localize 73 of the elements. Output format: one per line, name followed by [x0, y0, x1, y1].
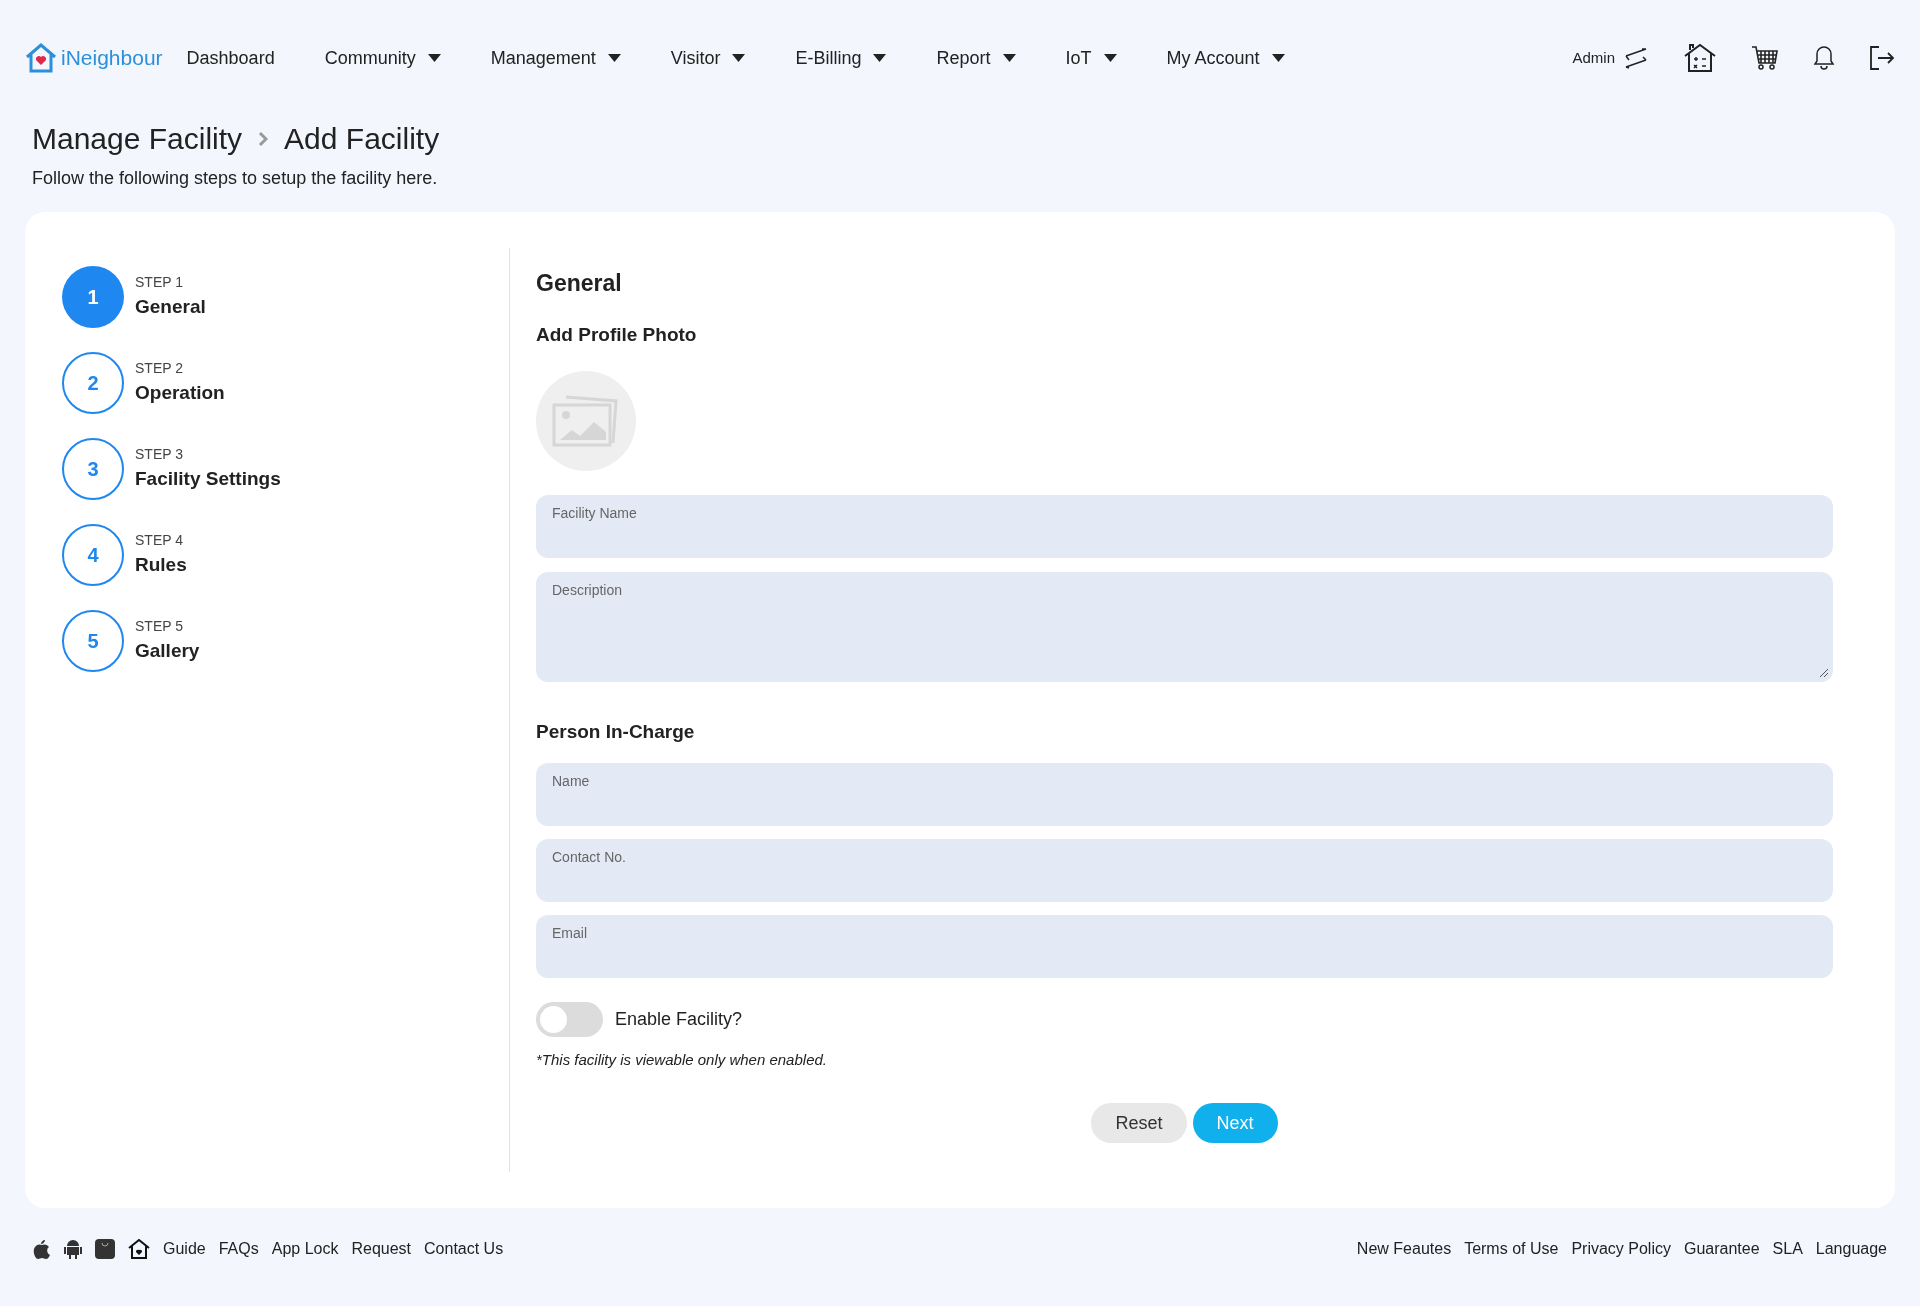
input-field[interactable]: Facility Name	[536, 495, 1833, 558]
breadcrumb-link[interactable]: Manage Facility	[32, 116, 243, 161]
input-field[interactable]: Name	[536, 762, 1833, 826]
step-number: 5	[62, 610, 124, 672]
cart-icon[interactable]	[1751, 45, 1779, 71]
step-caption: STEP 2	[135, 359, 184, 379]
step-caption: STEP 3	[135, 445, 184, 465]
nav-item[interactable]: Report	[936, 44, 1016, 72]
footer-link[interactable]: Terms of Use	[1464, 1237, 1559, 1261]
footer-link[interactable]: Contact Us	[424, 1237, 504, 1261]
footer-link[interactable]: New Feautes	[1356, 1237, 1452, 1261]
android-icon[interactable]	[64, 1238, 82, 1260]
step-number: 1	[62, 266, 124, 328]
footer-link[interactable]: Language	[1815, 1237, 1887, 1261]
toggle-label: Enable Facility?	[615, 1007, 743, 1031]
page-subtitle: Follow the following steps to setup the facility here.	[32, 167, 439, 190]
step-number: 2	[62, 352, 124, 414]
step-number: 4	[62, 524, 124, 586]
step-label: Operation	[135, 381, 225, 406]
logout-icon[interactable]	[1869, 45, 1895, 71]
field-label: Contact No.	[552, 847, 627, 867]
nav-item[interactable]: Dashboard	[186, 44, 275, 72]
page-title: Add Facility	[284, 121, 440, 157]
bell-icon[interactable]	[1813, 45, 1835, 71]
step-item[interactable]: 1 STEP 1 General	[62, 266, 509, 328]
house-calculator-icon[interactable]	[1683, 43, 1717, 73]
footer-link[interactable]: Guarantee	[1683, 1237, 1760, 1261]
step-label: Facility Settings	[135, 467, 281, 492]
step-item[interactable]: 2 STEP 2 Operation	[62, 352, 509, 414]
textarea-field[interactable]: Description	[536, 572, 1833, 682]
step-caption: STEP 4	[135, 531, 184, 551]
nav-item[interactable]: IoT	[1065, 44, 1117, 72]
nav-item[interactable]: Community	[324, 44, 441, 72]
apple-icon[interactable]	[33, 1238, 51, 1260]
section-title: General	[536, 269, 623, 298]
house-heart-icon[interactable]	[128, 1239, 150, 1259]
field-label: Name	[552, 771, 591, 791]
resize-handle-icon	[1819, 668, 1829, 678]
house-heart-icon	[25, 43, 57, 73]
nav-item[interactable]: E-Billing	[795, 44, 887, 72]
step-label: Gallery	[135, 639, 200, 664]
toggle-switch[interactable]	[536, 1001, 603, 1037]
chevron-right-icon	[258, 130, 269, 147]
footer-link[interactable]: Guide	[163, 1237, 206, 1261]
app-store-icon[interactable]	[95, 1239, 115, 1259]
footer-link[interactable]: Request	[351, 1237, 412, 1261]
field-label: Facility Name	[552, 504, 638, 523]
field-label: Email	[552, 923, 588, 943]
step-label: General	[135, 295, 206, 320]
field-label: Description	[552, 581, 624, 600]
step-item[interactable]: 4 STEP 4 Rules	[62, 524, 509, 586]
toggle-note: *This facility is viewable only when enabled.	[536, 1049, 828, 1070]
user-name[interactable]: Admin	[1572, 46, 1615, 70]
image-icon	[552, 393, 620, 449]
step-caption: STEP 1	[135, 273, 184, 293]
step-caption: STEP 5	[135, 617, 184, 637]
footer-link[interactable]: App Lock	[271, 1237, 339, 1261]
step-item[interactable]: 3 STEP 3 Facility Settings	[62, 438, 509, 500]
input-field[interactable]: Email	[536, 914, 1833, 978]
reset-button[interactable]: Reset	[1091, 1103, 1187, 1143]
nav-item[interactable]: Visitor	[670, 44, 746, 72]
nav-item[interactable]: My Account	[1166, 44, 1285, 72]
step-label: Rules	[135, 553, 187, 578]
footer-link[interactable]: FAQs	[218, 1237, 259, 1261]
input-field[interactable]: Contact No.	[536, 838, 1833, 902]
switch-icon[interactable]	[1623, 47, 1649, 69]
person-heading: Person In-Charge	[536, 720, 696, 744]
footer-link[interactable]: Privacy Policy	[1571, 1237, 1671, 1261]
footer-link[interactable]: SLA	[1772, 1237, 1803, 1261]
step-number: 3	[62, 438, 124, 500]
step-item[interactable]: 5 STEP 5 Gallery	[62, 610, 509, 672]
nav-item[interactable]: Management	[490, 44, 621, 72]
photo-heading: Add Profile Photo	[536, 322, 698, 347]
